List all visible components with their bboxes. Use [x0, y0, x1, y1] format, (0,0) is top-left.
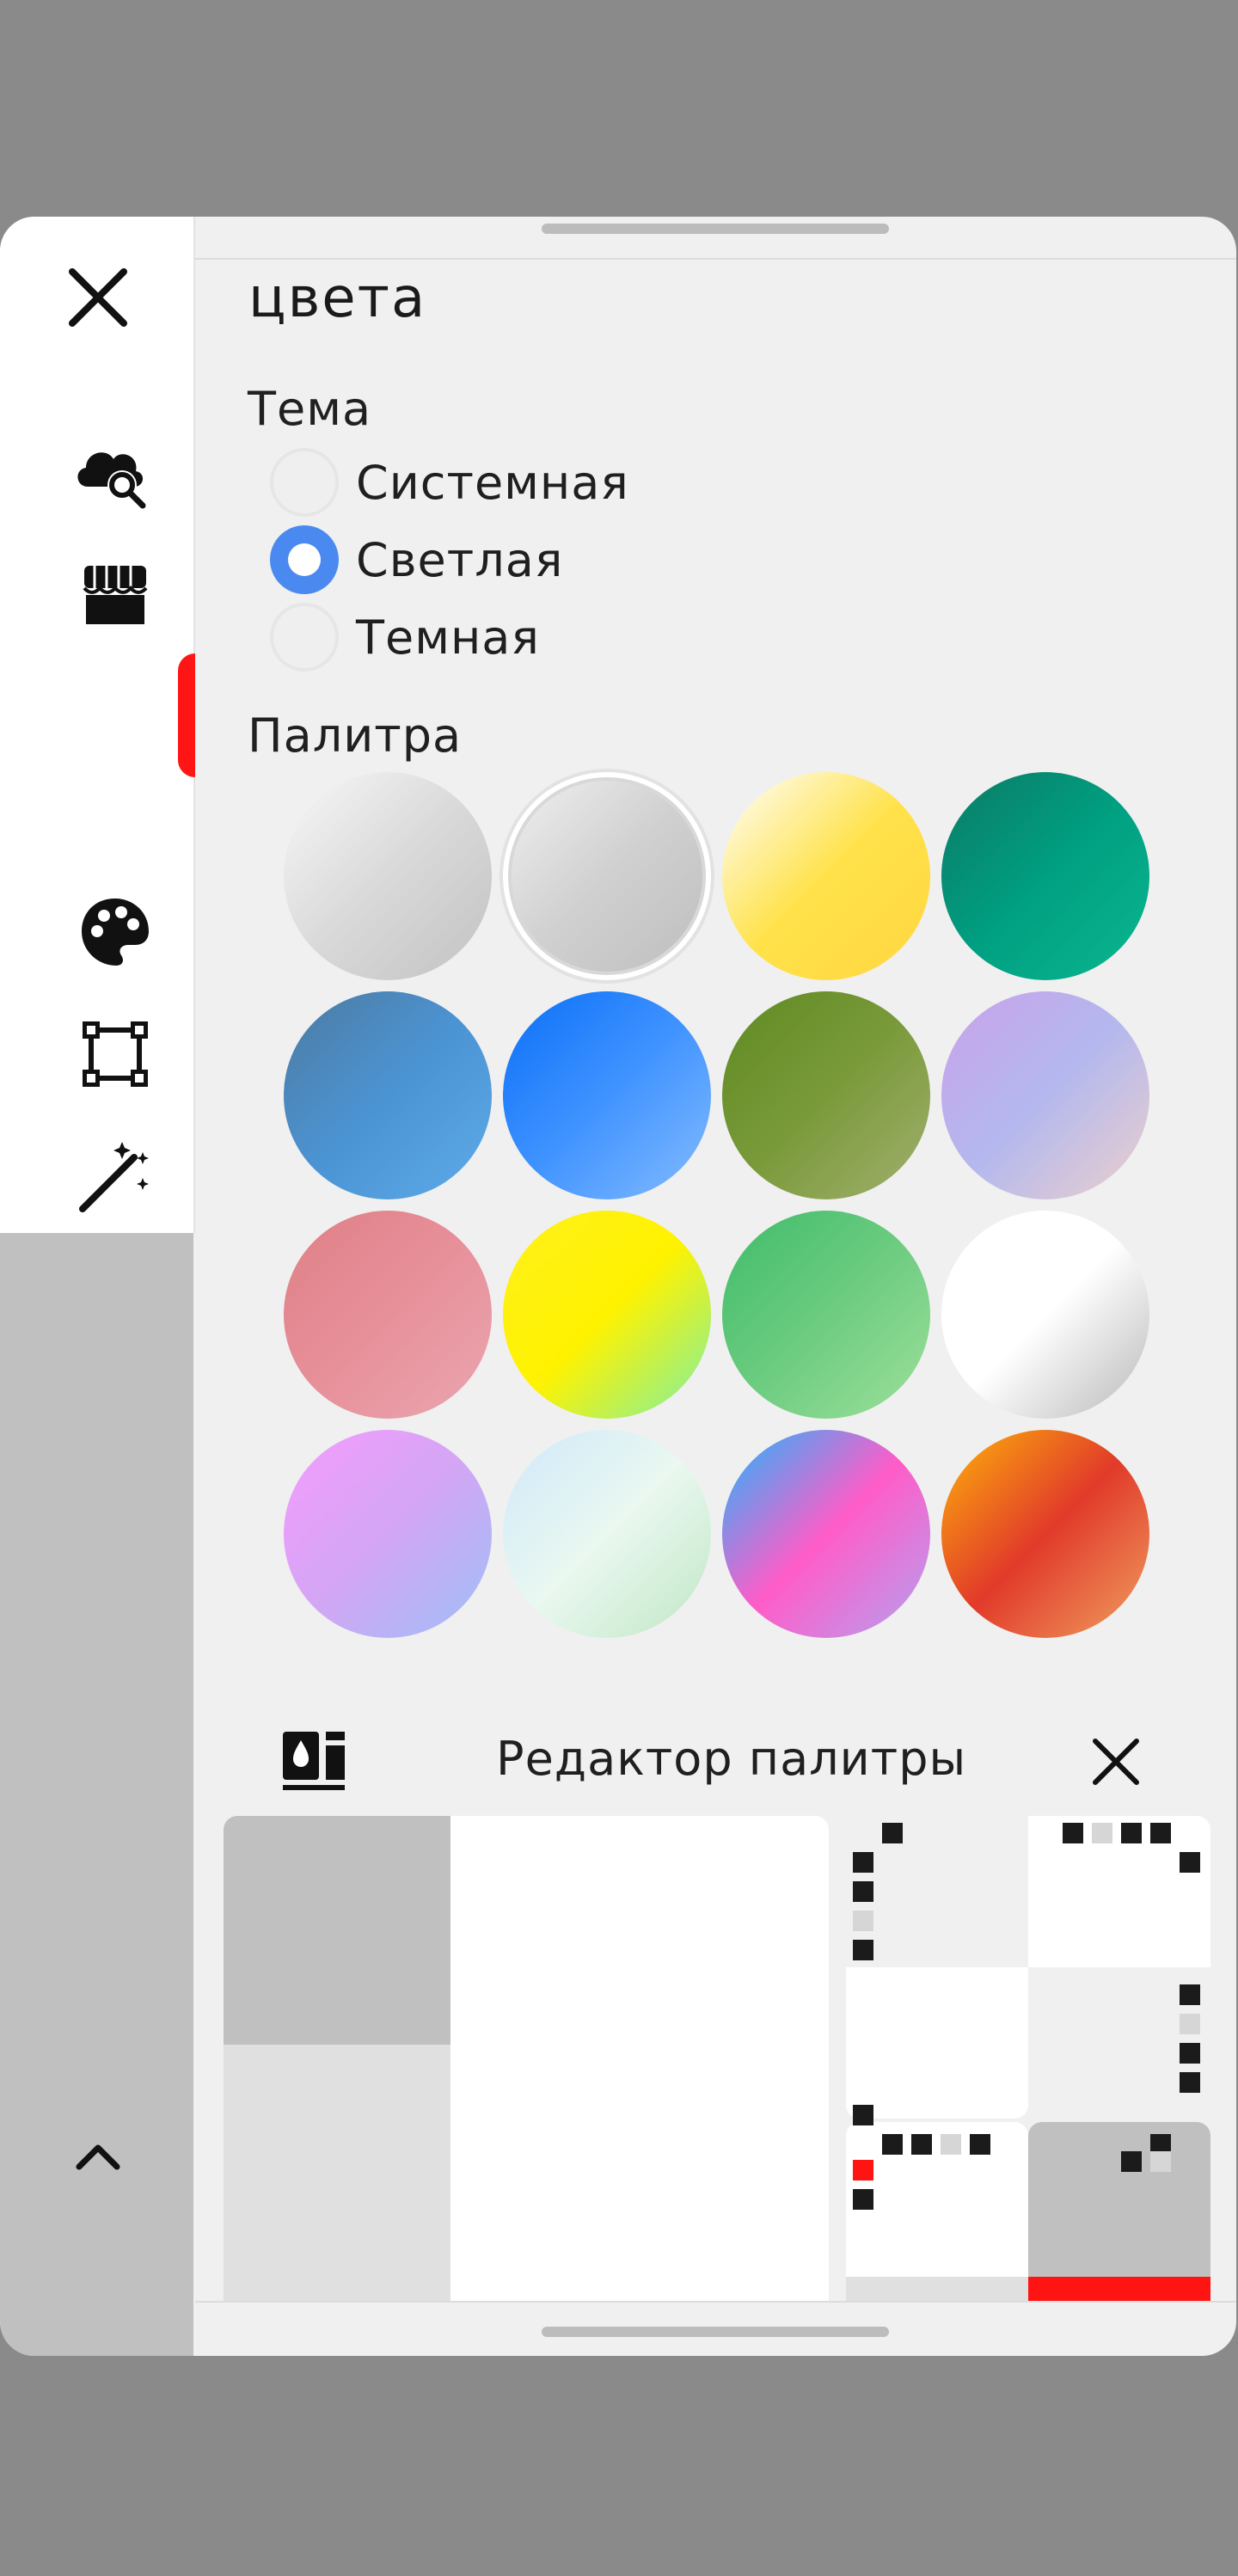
theme-option-label: Системная: [356, 455, 629, 510]
palette-swatch-lavender[interactable]: [941, 991, 1149, 1199]
palette-swatch-gold[interactable]: [722, 772, 930, 980]
mosaic-cell[interactable]: [846, 2277, 1028, 2301]
mosaic-cell[interactable]: [846, 1967, 1028, 2119]
divider: [195, 2301, 1236, 2303]
chevron-up-icon[interactable]: [57, 2115, 139, 2198]
theme-option[interactable]: Светлая: [270, 521, 563, 598]
close-icon[interactable]: [1091, 1737, 1141, 1790]
palette-swatch-neon[interactable]: [722, 1430, 930, 1638]
theme-option[interactable]: Системная: [270, 444, 629, 521]
drag-handle-top[interactable]: [542, 224, 889, 234]
radio-unselected[interactable]: [270, 448, 339, 517]
palette-preview: [224, 1816, 829, 2301]
palette-swatch-blue[interactable]: [503, 991, 711, 1199]
palette-swatch-lemon[interactable]: [503, 1211, 711, 1419]
palette-editor-title: Редактор палитры: [496, 1732, 967, 1786]
mosaic-cell[interactable]: [1028, 2122, 1210, 2277]
transform-icon[interactable]: [74, 1013, 156, 1095]
palette-swatch-ice[interactable]: [503, 1430, 711, 1638]
theme-label: Тема: [248, 382, 372, 436]
sidebar: [0, 217, 195, 1346]
preview-swatch[interactable]: [224, 2045, 450, 2301]
palette-icon[interactable]: [74, 891, 156, 973]
theme-option[interactable]: Темная: [270, 598, 540, 676]
store-icon[interactable]: [74, 554, 156, 636]
theme-option-label: Темная: [356, 610, 540, 665]
mosaic-cell[interactable]: [1028, 1816, 1210, 1967]
sidebar-footer: [0, 1233, 193, 2356]
radio-unselected[interactable]: [270, 603, 339, 672]
divider: [195, 258, 1236, 260]
palette-swatch-silver-ring[interactable]: [503, 772, 711, 980]
cloud-search-icon[interactable]: [70, 433, 153, 516]
page-title: цвета: [248, 267, 427, 330]
radio-selected[interactable]: [270, 525, 339, 594]
theme-option-label: Светлая: [356, 532, 564, 587]
palette-label: Палитра: [248, 708, 463, 763]
palette-swatch-olive[interactable]: [722, 991, 930, 1199]
palette-swatch-orchid[interactable]: [284, 1430, 492, 1638]
palette-swatch-sunset[interactable]: [941, 1430, 1149, 1638]
preview-swatch[interactable]: [224, 1816, 450, 2045]
palette-swatch-green[interactable]: [722, 1211, 930, 1419]
settings-panel: цвета Тема Системная Светлая Темная Палитр…: [0, 217, 1236, 2356]
active-indicator: [178, 653, 195, 777]
palette-swatch-teal[interactable]: [941, 772, 1149, 980]
palette-swatch-white[interactable]: [941, 1211, 1149, 1419]
drag-handle-bottom[interactable]: [542, 2327, 889, 2337]
palette-swatch-silver[interactable]: [284, 772, 492, 980]
close-icon[interactable]: [57, 256, 139, 339]
color-mosaic: [846, 1816, 1210, 2301]
palette-swatch-rose[interactable]: [284, 1211, 492, 1419]
palette-swatch-steel-blue[interactable]: [284, 991, 492, 1199]
mosaic-cell[interactable]: [1028, 2277, 1210, 2301]
magic-wand-icon[interactable]: [74, 1135, 156, 1217]
palette-editor-icon[interactable]: [281, 1728, 348, 1799]
